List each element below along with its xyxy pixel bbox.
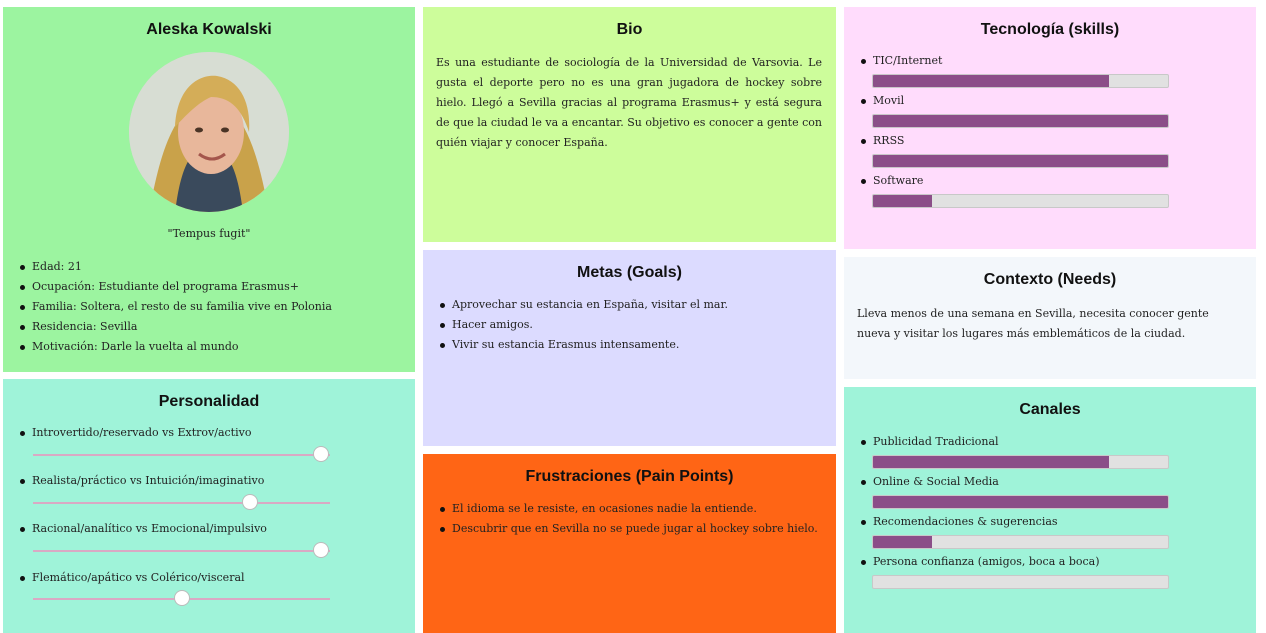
context-title: Contexto (Needs) xyxy=(983,271,1117,288)
trait-slider[interactable] xyxy=(33,446,330,462)
bio-title: Bio xyxy=(616,21,643,38)
technology-title: Tecnología (skills) xyxy=(980,21,1120,38)
context-card: Contexto (Needs) Lleva menos de una sema… xyxy=(844,257,1256,379)
skill-bar xyxy=(872,194,1169,208)
persona-quote: "Tempus fugit" xyxy=(167,227,251,240)
context-text: Lleva menos de una semana en Sevilla, ne… xyxy=(857,307,1209,340)
channel-list-3: Recomendaciones & sugerencias xyxy=(860,512,1246,532)
skill-list-1: TIC/Internet xyxy=(860,51,1246,71)
slider-track xyxy=(33,454,330,456)
channel-bar xyxy=(872,535,1169,549)
skill-list-4: Software xyxy=(860,171,1246,191)
channel-list-1: Publicidad Tradicional xyxy=(860,432,1246,452)
goal-item: Hacer amigos. xyxy=(439,315,826,335)
channel-label: Persona confianza (amigos, boca a boca) xyxy=(860,552,1246,572)
personality-title: Personalidad xyxy=(158,393,260,410)
slider-thumb[interactable] xyxy=(313,446,330,462)
trait-list-1: Introvertido/reservado vs Extrov/activo xyxy=(19,423,405,443)
slider-track xyxy=(33,550,330,552)
channel-bar-fill xyxy=(873,496,1168,508)
goal-item: Vivir su estancia Erasmus intensamente. xyxy=(439,335,826,355)
channel-label: Publicidad Tradicional xyxy=(860,432,1246,452)
persona-name: Aleska Kowalski xyxy=(146,21,272,38)
detail-residence: Residencia: Sevilla xyxy=(19,317,405,337)
skill-bar-fill xyxy=(873,155,1168,167)
technology-card: Tecnología (skills) TIC/Internet Movil R… xyxy=(844,7,1256,249)
trait-slider[interactable] xyxy=(33,590,330,606)
skill-list-2: Movil xyxy=(860,91,1246,111)
channels-title: Canales xyxy=(1019,401,1081,418)
detail-age: Edad: 21 xyxy=(19,257,405,277)
detail-occupation: Ocupación: Estudiante del programa Erasm… xyxy=(19,277,405,297)
channel-bar-fill xyxy=(873,536,932,548)
channel-bar xyxy=(872,495,1169,509)
slider-track xyxy=(33,502,330,504)
trait-label: Flemático/apático vs Colérico/visceral xyxy=(19,568,405,588)
goals-card: Metas (Goals) Aprovechar su estancia en … xyxy=(423,250,836,446)
avatar-photo xyxy=(129,52,289,212)
skill-bar-fill xyxy=(873,195,932,207)
channel-bar-fill xyxy=(873,456,1109,468)
skill-bar xyxy=(872,74,1169,88)
frustrations-list: El idioma se le resiste, en ocasiones na… xyxy=(439,499,826,539)
skill-bar xyxy=(872,154,1169,168)
skill-bar xyxy=(872,114,1169,128)
trait-label: Racional/analítico vs Emocional/impulsiv… xyxy=(19,519,405,539)
goals-title: Metas (Goals) xyxy=(577,264,682,281)
profile-details-list: Edad: 21 Ocupación: Estudiante del progr… xyxy=(19,257,405,357)
trait-slider[interactable] xyxy=(33,494,330,510)
trait-list-2: Realista/práctico vs Intuición/imaginati… xyxy=(19,471,405,491)
detail-family: Familia: Soltera, el resto de su familia… xyxy=(19,297,405,317)
trait-list-4: Flemático/apático vs Colérico/visceral xyxy=(19,568,405,588)
channel-label: Online & Social Media xyxy=(860,472,1246,492)
skill-label: Movil xyxy=(860,91,1246,111)
goal-item: Aprovechar su estancia en España, visita… xyxy=(439,295,826,315)
frustrations-card: Frustraciones (Pain Points) El idioma se… xyxy=(423,454,836,633)
bio-text: Es una estudiante de sociología de la Un… xyxy=(436,56,822,149)
frustrations-title: Frustraciones (Pain Points) xyxy=(525,468,734,485)
frustration-item: El idioma se le resiste, en ocasiones na… xyxy=(439,499,826,519)
channel-label: Recomendaciones & sugerencias xyxy=(860,512,1246,532)
channel-bar xyxy=(872,455,1169,469)
channel-bar xyxy=(872,575,1169,589)
slider-thumb[interactable] xyxy=(241,494,258,510)
skill-label: RRSS xyxy=(860,131,1246,151)
skill-label: Software xyxy=(860,171,1246,191)
slider-thumb[interactable] xyxy=(173,590,190,606)
skill-bar-fill xyxy=(873,115,1168,127)
personality-card: Personalidad Introvertido/reservado vs E… xyxy=(3,379,415,633)
trait-label: Realista/práctico vs Intuición/imaginati… xyxy=(19,471,405,491)
trait-list-3: Racional/analítico vs Emocional/impulsiv… xyxy=(19,519,405,539)
slider-thumb[interactable] xyxy=(313,542,330,558)
goals-list: Aprovechar su estancia en España, visita… xyxy=(439,295,826,355)
skill-label: TIC/Internet xyxy=(860,51,1246,71)
bio-card: Bio Es una estudiante de sociología de l… xyxy=(423,7,836,242)
trait-label: Introvertido/reservado vs Extrov/activo xyxy=(19,423,405,443)
avatar xyxy=(129,52,289,212)
profile-card: Aleska Kowalski "Tempus fugit" Edad: 21 … xyxy=(3,7,415,372)
channel-list-4: Persona confianza (amigos, boca a boca) xyxy=(860,552,1246,572)
trait-slider[interactable] xyxy=(33,542,330,558)
skill-list-3: RRSS xyxy=(860,131,1246,151)
detail-motivation: Motivación: Darle la vuelta al mundo xyxy=(19,337,405,357)
channels-card: Canales Publicidad Tradicional Online & … xyxy=(844,387,1256,633)
skill-bar-fill xyxy=(873,75,1109,87)
channel-list-2: Online & Social Media xyxy=(860,472,1246,492)
frustration-item: Descubrir que en Sevilla no se puede jug… xyxy=(439,519,826,539)
